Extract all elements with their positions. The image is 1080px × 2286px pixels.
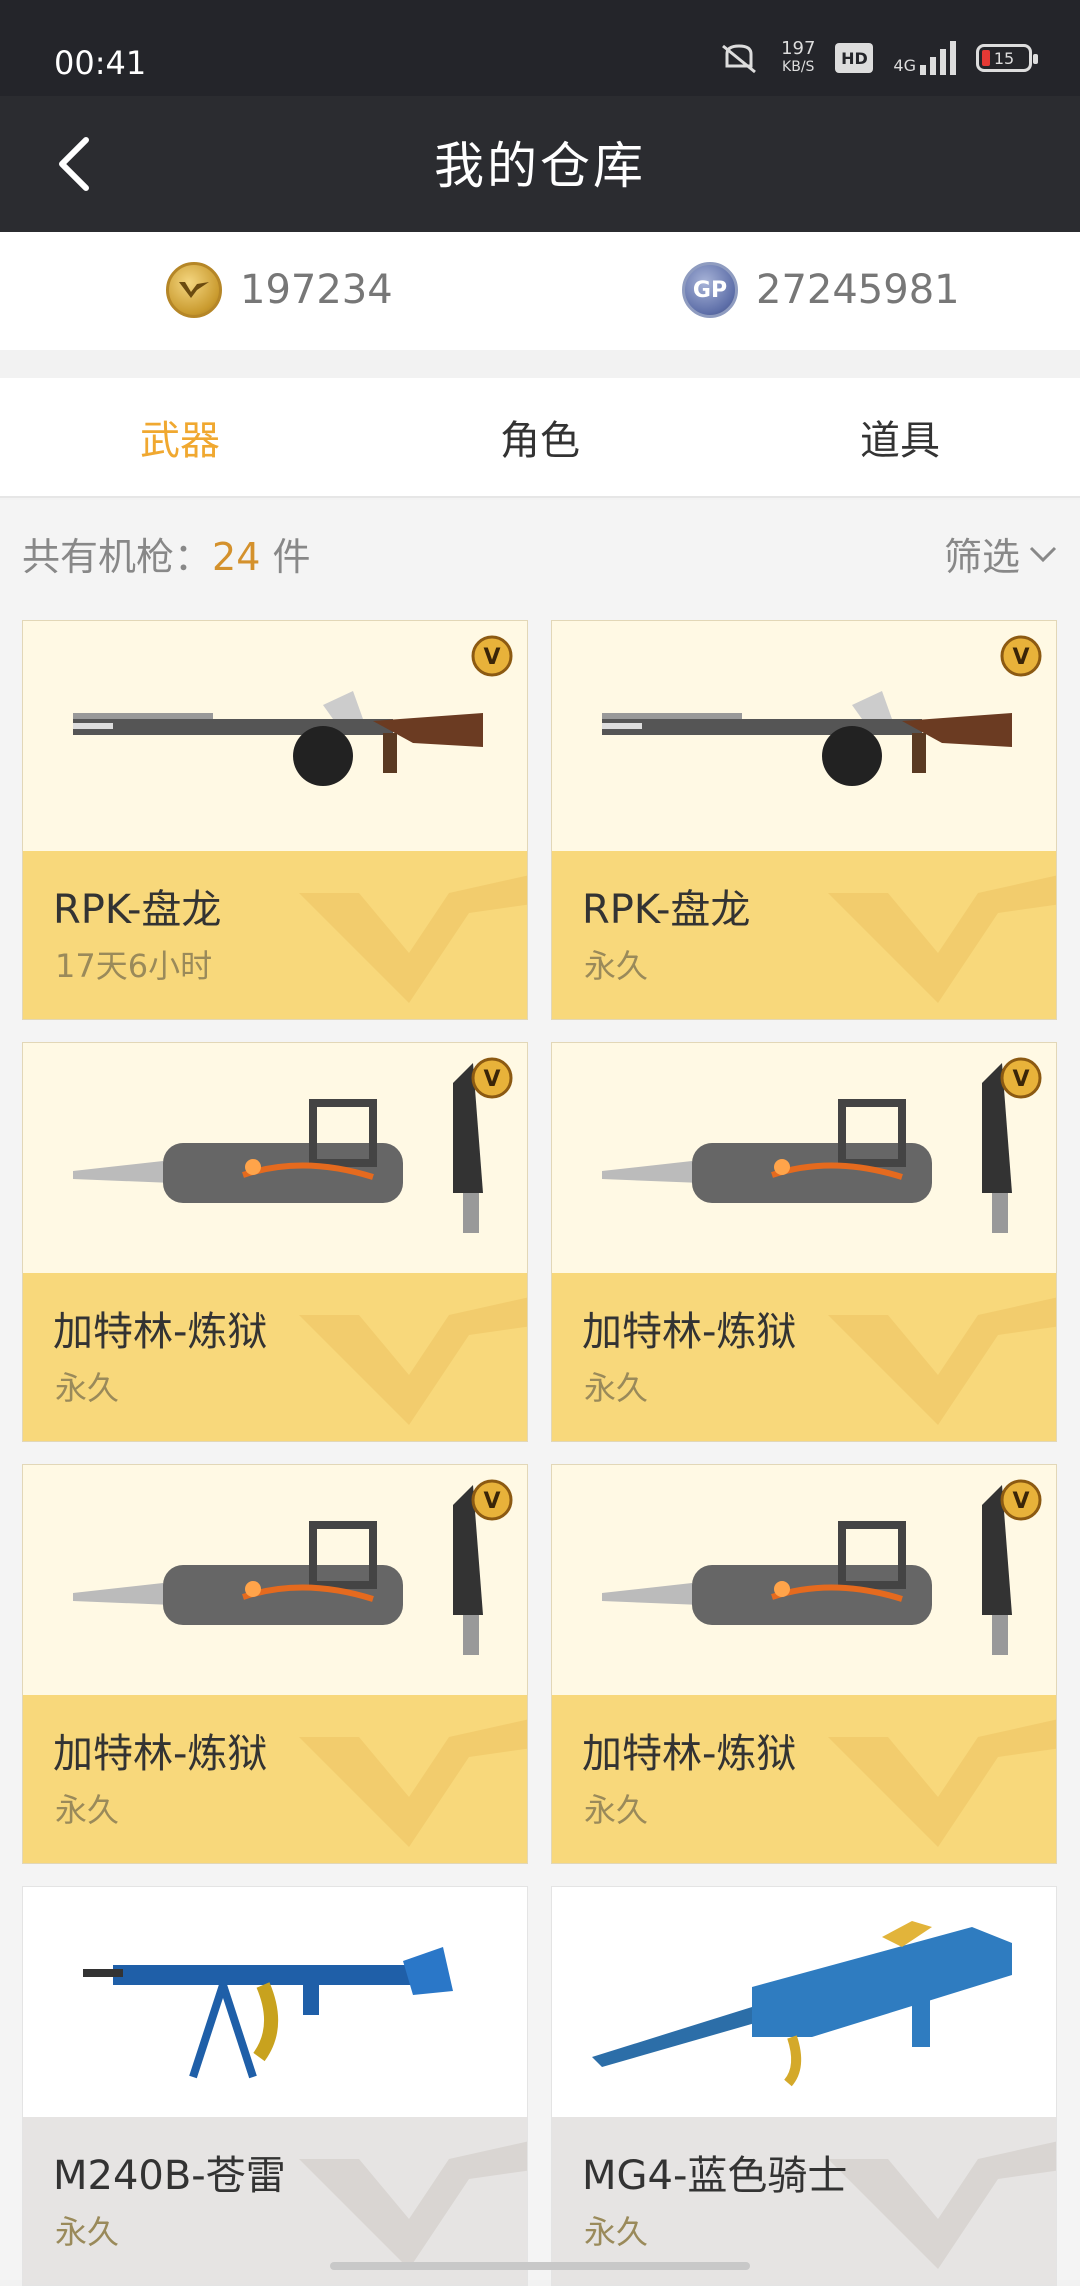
weapon-image-gatling [602,1063,1012,1233]
weapon-card[interactable]: MG4-蓝色骑士 永久 [551,1886,1057,2286]
card-info: RPK-盘龙 17天6小时 [23,851,527,1019]
weapon-card[interactable]: V 加特林-炼狱 永久 [22,1042,528,1442]
speed-value: 197 [781,38,816,59]
tab-weapons[interactable]: 武器 [0,378,360,496]
weapon-duration: 永久 [584,2213,649,2251]
weapon-card[interactable]: V RPK-盘龙 17天6小时 [22,620,528,1020]
vip-badge-icon: V [1000,635,1042,677]
weapon-card[interactable]: M240B-苍雷 永久 [22,1886,528,2286]
weapon-image-mg4 [592,1921,1012,2087]
card-info: MG4-蓝色骑士 永久 [552,2117,1056,2285]
weapon-image-gatling [602,1485,1012,1655]
svg-text:V: V [483,1489,500,1514]
weapon-name: RPK-盘龙 [53,887,222,933]
weapon-image-m240b [83,1947,453,2079]
svg-text:V: V [483,1067,500,1092]
gp-points-value: 27245981 [756,267,960,313]
vip-badge-icon: V [1000,1479,1042,1521]
currency-bar: 197234 GP 27245981 [0,232,1080,350]
weapon-name: 加特林-炼狱 [582,1309,797,1355]
category-tabs: 武器 角色 道具 [0,378,1080,498]
cf-coin-icon [166,262,222,318]
card-info: RPK-盘龙 永久 [552,851,1056,1019]
weapon-duration: 永久 [584,1791,649,1829]
signal-group: 4G [893,41,956,75]
weapon-duration: 永久 [55,1369,120,1407]
weapon-image-rpk [602,691,1012,786]
item-count: 共有机枪：24 件 [22,526,310,581]
weapon-card[interactable]: V 加特林-炼狱 永久 [551,1464,1057,1864]
weapon-name: 加特林-炼狱 [582,1731,797,1777]
status-bar: 00:41 197 KB/S HD 4G 15 [0,0,1080,96]
vip-badge-icon: V [471,635,513,677]
chevron-down-icon [1029,546,1057,562]
weapon-image-gatling [73,1063,483,1233]
weapon-duration: 永久 [584,1369,649,1407]
tab-items[interactable]: 道具 [720,378,1080,496]
signal-icon [920,41,956,75]
svg-text:V: V [1012,1489,1029,1514]
weapon-card[interactable]: V 加特林-炼狱 永久 [551,1042,1057,1442]
cf-watermark-icon [299,875,527,1003]
weapon-card[interactable]: V RPK-盘龙 永久 [551,620,1057,1020]
weapon-duration: 17天6小时 [55,947,213,985]
card-info: M240B-苍雷 永久 [23,2117,527,2285]
page-title: 我的仓库 [434,137,646,195]
cf-watermark-icon [828,2141,1056,2269]
cf-points: 197234 [166,262,393,318]
mute-icon [722,44,757,74]
weapon-image-rpk [73,691,483,786]
weapon-name: MG4-蓝色骑士 [582,2153,848,2199]
cf-watermark-icon [828,1719,1056,1847]
cf-watermark-icon [828,875,1056,1003]
card-info: 加特林-炼狱 永久 [23,1273,527,1441]
vip-badge-icon: V [1000,1057,1042,1099]
filter-label: 筛选 [943,535,1020,579]
gp-coin-icon: GP [682,262,738,318]
gp-coin-label: GP [692,277,728,303]
vip-badge-icon: V [471,1057,513,1099]
network-type: 4G [893,56,916,75]
status-icons: 197 KB/S HD 4G 15 [717,40,1038,76]
vip-badge-icon: V [471,1479,513,1521]
cf-watermark-icon [828,1297,1056,1425]
cf-watermark-icon [299,1297,527,1425]
battery-level: 15 [993,48,1015,68]
card-info: 加特林-炼狱 永久 [552,1273,1056,1441]
status-time: 00:41 [54,44,147,82]
nav-bar: 我的仓库 [0,96,1080,232]
weapon-duration: 永久 [55,1791,120,1829]
weapon-name: RPK-盘龙 [582,887,751,933]
cf-watermark-icon [299,1719,527,1847]
battery-icon: 15 [976,44,1038,72]
count-suffix: 件 [260,535,311,579]
weapon-name: M240B-苍雷 [53,2153,286,2199]
filter-button[interactable]: 筛选 [944,526,1058,581]
cf-points-value: 197234 [240,267,393,313]
tab-characters[interactable]: 角色 [360,378,720,496]
weapon-duration: 永久 [584,947,649,985]
home-indicator[interactable] [330,2262,750,2270]
speed-unit: KB/S [782,59,815,75]
summary-row: 共有机枪：24 件 筛选 [0,500,1080,598]
network-speed: 197 KB/S [781,40,815,76]
weapon-duration: 永久 [55,2213,120,2251]
count-prefix: 共有机枪： [22,535,213,579]
hd-icon: HD [835,43,874,73]
weapon-image-gatling [73,1485,483,1655]
gp-points: GP 27245981 [682,262,960,318]
card-info: 加特林-炼狱 永久 [23,1695,527,1863]
cf-watermark-icon [299,2141,527,2269]
svg-text:V: V [1012,645,1029,670]
count-number: 24 [212,535,261,579]
svg-text:V: V [1012,1067,1029,1092]
weapon-card[interactable]: V 加特林-炼狱 永久 [22,1464,528,1864]
card-info: 加特林-炼狱 永久 [552,1695,1056,1863]
weapon-name: 加特林-炼狱 [53,1731,268,1777]
weapon-name: 加特林-炼狱 [53,1309,268,1355]
svg-text:V: V [483,645,500,670]
weapon-grid: V RPK-盘龙 17天6小时 V RPK-盘龙 永久 V 加特林-炼狱 永久 … [0,598,1080,2286]
